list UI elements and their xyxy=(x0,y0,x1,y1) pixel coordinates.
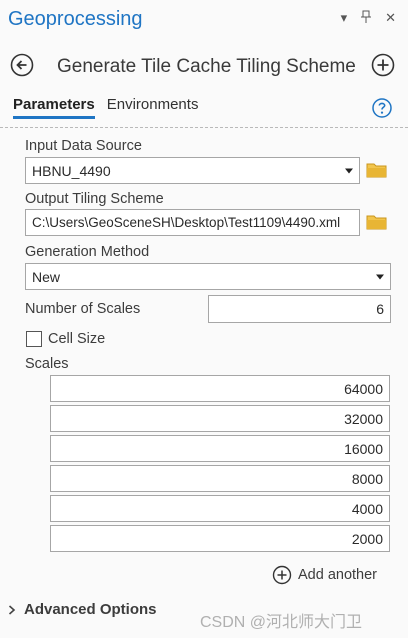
add-circle-icon xyxy=(272,565,292,585)
folder-icon[interactable] xyxy=(366,161,388,179)
add-another-button[interactable]: Add another xyxy=(272,565,377,585)
number-of-scales-value: 6 xyxy=(376,301,384,317)
pin-icon[interactable] xyxy=(361,10,372,26)
input-data-source-value: HBNU_4490 xyxy=(32,162,111,179)
scale-value: 8000 xyxy=(351,470,383,487)
scale-value-input[interactable]: 8000 xyxy=(50,465,390,492)
scale-value: 64000 xyxy=(344,380,383,397)
pane-controls: ▾ ✕ xyxy=(341,10,396,26)
chevron-right-icon xyxy=(8,604,16,615)
cell-size-checkbox[interactable] xyxy=(26,331,42,347)
number-of-scales-input[interactable]: 6 xyxy=(208,295,391,323)
output-tiling-scheme-label: Output Tiling Scheme xyxy=(25,191,164,207)
pane-options-icon[interactable]: ▾ xyxy=(341,10,348,26)
scale-value: 2000 xyxy=(351,530,383,547)
back-arrow-icon[interactable] xyxy=(10,53,34,77)
watermark: CSDN @河北师大门卫 xyxy=(200,614,363,631)
scale-value-input[interactable]: 64000 xyxy=(50,375,390,402)
input-data-source-dropdown[interactable]: HBNU_4490 xyxy=(25,157,360,184)
scale-value: 16000 xyxy=(344,440,383,457)
close-icon[interactable]: ✕ xyxy=(385,10,396,26)
tab-bar: Parameters Environments xyxy=(13,96,198,119)
scale-value-input[interactable]: 2000 xyxy=(50,525,390,552)
input-data-source-label: Input Data Source xyxy=(25,138,142,154)
generation-method-label: Generation Method xyxy=(25,244,150,260)
output-tiling-scheme-input[interactable]: C:\Users\GeoSceneSH\Desktop\Test1109\449… xyxy=(25,209,360,236)
generation-method-dropdown[interactable]: New xyxy=(25,263,391,290)
scale-value: 32000 xyxy=(344,410,383,427)
chevron-down-icon xyxy=(376,274,384,279)
output-tiling-scheme-value: C:\Users\GeoSceneSH\Desktop\Test1109\449… xyxy=(32,215,341,230)
scale-value-input[interactable]: 16000 xyxy=(50,435,390,462)
tab-environments[interactable]: Environments xyxy=(107,96,199,119)
cell-size-label: Cell Size xyxy=(48,331,106,347)
scale-value-input[interactable]: 4000 xyxy=(50,495,390,522)
add-icon[interactable] xyxy=(371,53,395,77)
folder-icon[interactable] xyxy=(366,213,388,231)
tool-title: Generate Tile Cache Tiling Scheme xyxy=(57,56,356,77)
chevron-down-icon xyxy=(345,168,353,173)
number-of-scales-label: Number of Scales xyxy=(25,301,141,317)
pane-title: Geoprocessing xyxy=(8,8,143,30)
scales-label: Scales xyxy=(25,356,69,372)
scale-value-input[interactable]: 32000 xyxy=(50,405,390,432)
generation-method-value: New xyxy=(32,268,61,285)
add-another-label: Add another xyxy=(298,567,378,583)
advanced-options-toggle[interactable]: Advanced Options xyxy=(8,601,157,618)
scale-value: 4000 xyxy=(351,500,383,517)
tab-parameters[interactable]: Parameters xyxy=(13,96,95,119)
advanced-options-label: Advanced Options xyxy=(24,601,157,618)
help-icon[interactable] xyxy=(372,98,392,118)
tab-separator xyxy=(0,127,408,129)
